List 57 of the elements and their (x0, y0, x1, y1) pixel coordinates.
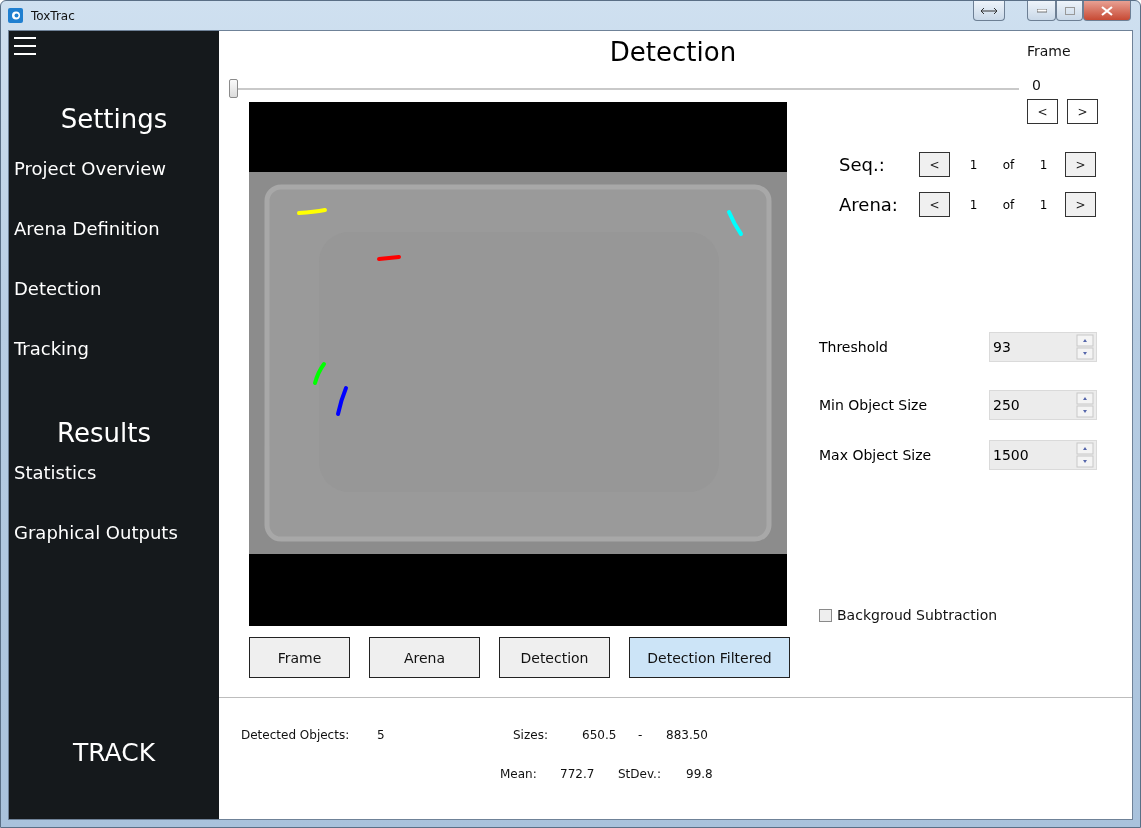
current-number: 1 (968, 197, 979, 212)
stat-label: Detected Objects: (241, 728, 351, 742)
close-button[interactable] (1083, 1, 1131, 21)
maximize-icon (1064, 6, 1075, 15)
view-button[interactable]: Detection (499, 637, 610, 678)
previous-button[interactable]: < (919, 152, 950, 177)
range-separator: - (638, 728, 644, 742)
view-button[interactable]: Detection Filtered (629, 637, 790, 678)
view-button[interactable]: Arena (369, 637, 480, 678)
parameter-label: Min Object Size (819, 397, 929, 413)
current-number: 1 (968, 157, 979, 172)
stat-value: 883.50 (666, 728, 709, 742)
menu-icon[interactable] (13, 36, 37, 56)
stat-value: 650.5 (582, 728, 618, 742)
stat-label: StDev.: (618, 767, 662, 781)
frame-number: 0 (1032, 77, 1042, 93)
total-number: 1 (1038, 157, 1049, 172)
page-title: Detection (608, 37, 738, 69)
parameter-label: Threshold (819, 339, 889, 355)
total-number: 1 (1038, 197, 1049, 212)
stat-value: 99.8 (686, 767, 714, 781)
navigator-label: Seq.: (839, 154, 886, 175)
window-title: ToxTrac (31, 8, 76, 23)
checkbox-label: Backgroud Subtraction (837, 607, 998, 623)
next-frame-button[interactable]: > (1067, 99, 1098, 124)
minimize-button[interactable] (1027, 1, 1056, 21)
parameter-label: Max Object Size (819, 447, 933, 463)
checkbox[interactable] (819, 608, 832, 622)
of-label: of (1001, 157, 1016, 172)
next-button[interactable]: > (1065, 192, 1096, 217)
minimize-icon (1036, 8, 1047, 13)
frame-label: Frame (1027, 43, 1072, 59)
sidebar-item[interactable]: Project Overview (9, 158, 219, 218)
resize-arrows-icon[interactable] (973, 1, 1005, 21)
stat-value: 5 (377, 728, 386, 742)
of-label: of (1001, 197, 1016, 212)
track-button[interactable]: TRACK (9, 738, 219, 767)
next-button[interactable]: > (1065, 152, 1096, 177)
app-logo-icon (8, 8, 23, 23)
section-heading: Results (56, 418, 152, 448)
sidebar-item[interactable]: Arena Definition (9, 218, 219, 278)
previous-button[interactable]: < (919, 192, 950, 217)
slider-thumb[interactable] (229, 79, 238, 98)
view-button[interactable]: Frame (249, 637, 350, 678)
navigator-label: Arena: (839, 194, 899, 215)
sidebar-item[interactable]: Graphical Outputs (9, 522, 219, 582)
maximize-button[interactable] (1056, 1, 1083, 21)
sidebar-item[interactable]: Tracking (9, 338, 219, 398)
section-heading: Settings (59, 104, 169, 134)
frame-slider[interactable] (229, 79, 1019, 99)
stat-value: 772.7 (560, 767, 596, 781)
close-icon (1101, 5, 1113, 16)
stat-label: Sizes: (513, 728, 549, 742)
previous-frame-button[interactable]: < (1027, 99, 1058, 124)
sidebar-item[interactable]: Detection (9, 278, 219, 338)
stat-label: Mean: (500, 767, 538, 781)
sidebar-item[interactable]: Statistics (9, 462, 219, 522)
